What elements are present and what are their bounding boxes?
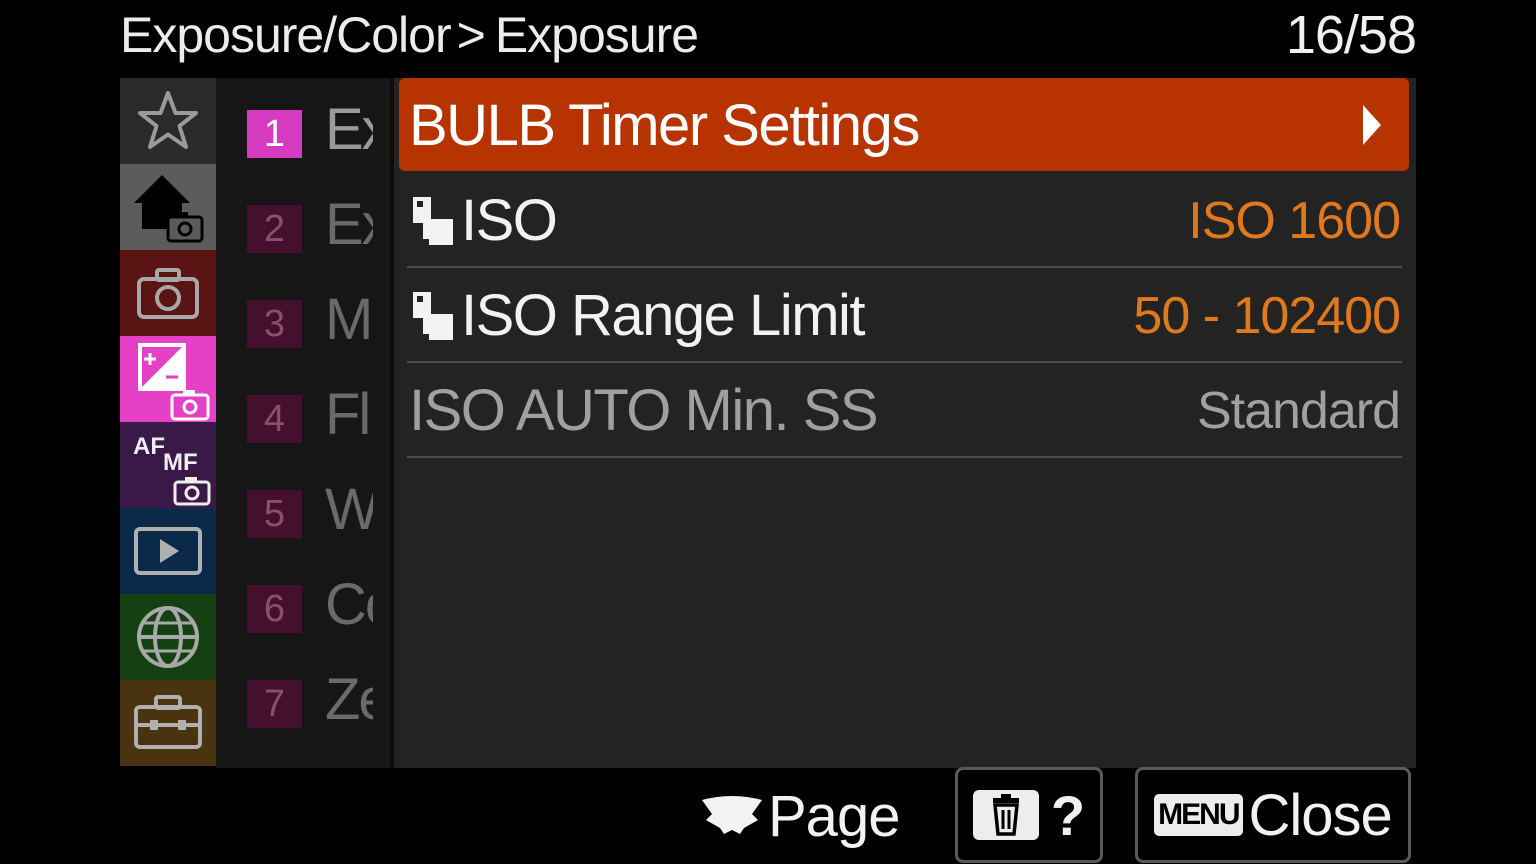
iso-auto-min-ss-value: Standard — [1196, 381, 1401, 440]
tab-label: Ze — [325, 667, 373, 732]
menu-item-iso[interactable]: ISO ISO 1600 — [407, 173, 1402, 268]
tab-number: 3 — [247, 300, 302, 348]
menu-item-label: BULB Timer Settings — [409, 93, 920, 158]
star-icon — [138, 91, 198, 149]
page-nav-hint[interactable]: Page — [700, 778, 900, 854]
help-label: ? — [1050, 783, 1086, 847]
tab-label: Co — [325, 572, 373, 637]
trash-icon — [972, 790, 1039, 840]
mf-label: MF — [163, 449, 198, 476]
row-divider — [407, 456, 1402, 458]
tab-number: 1 — [247, 110, 302, 158]
page-counter: 16/58 — [1285, 5, 1417, 65]
tab-label: Fl — [325, 382, 371, 447]
home-camera-icon — [134, 175, 204, 243]
tab-number: 2 — [247, 205, 302, 253]
tab-5[interactable]: 5 W — [216, 458, 390, 553]
menu-item-iso-auto-min-ss[interactable]: ISO AUTO Min. SS Standard — [407, 363, 1402, 458]
category-sidebar: AF MF — [120, 78, 216, 768]
still-movie-icon — [413, 196, 453, 245]
breadcrumb-parent: Exposure/Color — [120, 7, 452, 63]
tab-6[interactable]: 6 Co — [216, 553, 390, 648]
category-favorites[interactable] — [120, 78, 216, 164]
category-shooting[interactable] — [120, 250, 216, 336]
menu-panel: BULB Timer Settings ISO ISO 1600 ISO Ran… — [394, 78, 1416, 768]
breadcrumb: Exposure/Color > Exposure — [120, 4, 699, 66]
category-setup[interactable] — [120, 680, 216, 766]
playback-icon — [134, 527, 202, 575]
category-network[interactable] — [120, 594, 216, 680]
tab-3[interactable]: 3 M — [216, 268, 390, 363]
control-wheel-icon — [702, 796, 762, 834]
menu-button-icon: MENU — [1154, 794, 1243, 836]
category-playback[interactable] — [120, 508, 216, 594]
tab-7[interactable]: 7 Ze — [216, 648, 390, 743]
tab-label: W — [325, 477, 373, 542]
menu-item-bulb-timer-settings[interactable]: BULB Timer Settings — [399, 78, 1409, 171]
menu-item-label: ISO Range Limit — [461, 283, 866, 348]
tab-label: M — [325, 287, 373, 352]
breadcrumb-separator: > — [456, 7, 486, 63]
still-movie-icon — [413, 291, 453, 340]
menu-item-label: ISO AUTO Min. SS — [409, 378, 879, 443]
iso-value: ISO 1600 — [1188, 191, 1401, 250]
globe-icon — [137, 606, 199, 668]
menu-item-label-wrap: ISO Range Limit — [409, 268, 866, 363]
af-mf-camera-icon: AF MF — [133, 433, 211, 506]
category-exposure-color[interactable] — [120, 336, 216, 422]
tab-label: Ex — [325, 97, 373, 162]
category-focus[interactable]: AF MF — [120, 422, 216, 508]
tab-column: 1 Ex 2 Ex 3 M 4 Fl 5 W 6 Co 7 Ze — [216, 78, 390, 768]
tab-1[interactable]: 1 Ex — [216, 78, 390, 173]
page-label: Page — [768, 783, 900, 849]
tab-number: 4 — [247, 395, 302, 443]
af-label: AF — [133, 433, 165, 460]
tab-4[interactable]: 4 Fl — [216, 363, 390, 458]
menu-item-iso-range-limit[interactable]: ISO Range Limit 50 - 102400 — [407, 268, 1402, 363]
tab-number: 6 — [247, 585, 302, 633]
exposure-camera-icon — [138, 343, 210, 421]
help-button[interactable]: ? — [955, 767, 1103, 863]
page-title: Exposure — [494, 7, 699, 63]
menu-item-label: ISO — [461, 188, 558, 253]
tab-2[interactable]: 2 Ex — [216, 173, 390, 268]
chevron-right-icon — [1363, 105, 1381, 145]
toolbox-icon — [134, 695, 202, 749]
camera-icon — [137, 268, 199, 319]
close-button[interactable]: MENU Close — [1135, 767, 1411, 863]
category-main[interactable] — [120, 164, 216, 250]
tab-number: 7 — [247, 680, 302, 728]
menu-item-label-wrap: ISO — [409, 173, 558, 268]
close-label: Close — [1248, 782, 1393, 848]
tab-label: Ex — [325, 192, 373, 257]
tab-number: 5 — [247, 490, 302, 538]
iso-range-value: 50 - 102400 — [1133, 286, 1401, 345]
